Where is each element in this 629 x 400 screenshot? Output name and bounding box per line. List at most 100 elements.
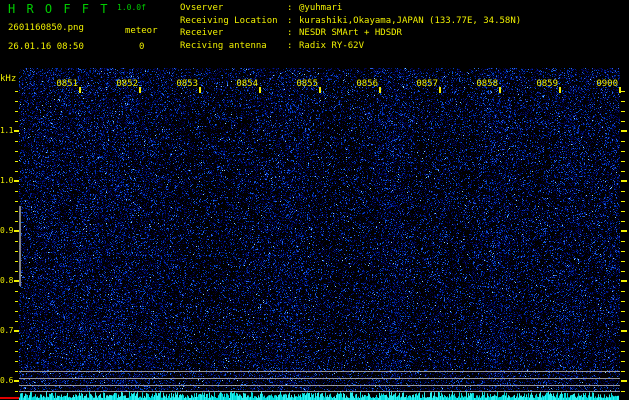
y-axis-minor-tick-r	[621, 310, 625, 312]
y-axis-minor-tick	[14, 100, 18, 102]
x-axis-label: 0857	[416, 79, 438, 89]
info-row-antenna: Reciving antenna : Radix RY-62V	[180, 40, 364, 51]
y-axis-minor-tick	[14, 350, 18, 352]
y-axis-label: 0.8	[0, 276, 13, 285]
y-axis-minor-tick	[14, 340, 18, 342]
y-axis-minor-tick-r	[621, 290, 625, 292]
y-axis-minor-tick-r	[621, 220, 625, 222]
y-axis-minor-tick	[14, 360, 18, 362]
y-axis-major-tick-r	[621, 330, 627, 332]
reference-line	[19, 370, 620, 372]
y-axis-minor-tick-r	[621, 350, 625, 352]
y-axis-minor-tick	[14, 170, 18, 172]
y-axis-minor-tick-r	[621, 140, 625, 142]
x-axis-tick	[379, 87, 381, 93]
x-axis-tick	[439, 87, 441, 93]
y-axis-minor-tick-r	[621, 210, 625, 212]
reference-line	[19, 391, 620, 392]
reference-line	[19, 377, 620, 379]
y-axis-minor-tick	[14, 320, 18, 322]
y-axis-minor-tick	[14, 220, 18, 222]
x-axis-label: 0851	[56, 79, 78, 89]
output-filename: 2601160850.png	[8, 23, 84, 33]
hrofft-window: H R O F F T 1.0.0f 2601160850.png 26.01.…	[0, 0, 629, 400]
y-axis-label: 0.7	[0, 326, 13, 335]
y-axis-minor-tick	[14, 370, 18, 372]
y-axis-minor-tick	[14, 310, 18, 312]
y-axis-minor-tick-r	[621, 190, 625, 192]
x-axis-tick	[319, 87, 321, 93]
y-axis-major-tick-r	[621, 280, 627, 282]
x-axis-label: 0900	[596, 79, 618, 89]
y-axis-minor-tick-r	[621, 120, 625, 122]
meteor-count-value: 0	[139, 42, 145, 52]
y-axis-minor-tick-r	[621, 250, 625, 252]
y-axis-minor-tick	[14, 190, 18, 192]
y-axis-minor-tick	[14, 210, 18, 212]
reference-line	[19, 384, 620, 386]
y-axis-minor-tick-r	[621, 260, 625, 262]
y-axis-major-tick-r	[621, 380, 627, 382]
y-axis-minor-tick	[14, 260, 18, 262]
x-axis-tick	[499, 87, 501, 93]
y-axis-minor-tick-r	[621, 270, 625, 272]
observation-datetime: 26.01.16 08:50	[8, 42, 84, 52]
info-label: Ovserver	[180, 3, 224, 13]
x-axis-label: 0858	[476, 79, 498, 89]
y-axis-major-tick	[13, 180, 19, 182]
info-value: NESDR SMArt + HDSDR	[299, 28, 402, 38]
y-axis-minor-tick-r	[621, 110, 625, 112]
info-colon: :	[287, 15, 293, 26]
meteor-count-label: meteor	[125, 26, 158, 36]
y-axis-minor-tick	[14, 160, 18, 162]
y-axis-major-tick-r	[621, 130, 627, 132]
y-axis-minor-tick	[14, 200, 18, 202]
info-row-location: Receiving Location : kurashiki,Okayama,J…	[180, 15, 522, 26]
y-axis-minor-tick	[14, 270, 18, 272]
y-axis-minor-tick	[14, 240, 18, 242]
info-label: Receiver	[180, 28, 224, 38]
calibration-red-marker	[0, 396, 19, 399]
info-row-receiver: Receiver : NESDR SMArt + HDSDR	[180, 29, 402, 38]
y-axis-minor-tick-r	[621, 370, 625, 372]
info-row-observer: Ovserver : @yuhmari	[180, 4, 342, 13]
y-axis-minor-tick-r	[621, 200, 625, 202]
y-axis-label: 0.9	[0, 226, 13, 235]
y-axis-minor-tick-r	[621, 240, 625, 242]
y-axis-label: 0.6	[0, 376, 13, 385]
app-title: H R O F F T	[8, 2, 110, 16]
y-axis-minor-tick	[14, 390, 18, 392]
spectrogram-canvas	[19, 68, 620, 400]
y-axis-minor-tick	[14, 140, 18, 142]
left-edge-marker-line	[19, 206, 21, 286]
y-axis-minor-tick-r	[621, 320, 625, 322]
x-axis-label: 0859	[536, 79, 558, 89]
y-axis-label: 1.1	[0, 126, 13, 135]
y-axis-major-tick	[13, 380, 19, 382]
y-axis-minor-tick-r	[621, 100, 625, 102]
y-axis-minor-tick-r	[621, 300, 625, 302]
app-version: 1.0.0f	[117, 3, 146, 12]
x-axis-tick	[79, 87, 81, 93]
info-value: @yuhmari	[299, 3, 343, 13]
info-label: Reciving antenna	[180, 40, 267, 51]
y-axis-minor-tick-r	[621, 90, 625, 92]
y-axis-minor-tick	[14, 250, 18, 252]
y-axis-minor-tick-r	[621, 150, 625, 152]
y-axis-major-tick	[13, 130, 19, 132]
x-axis-label: 0855	[296, 79, 318, 89]
y-axis-minor-tick-r	[621, 160, 625, 162]
y-axis-minor-tick	[14, 90, 18, 92]
x-axis-label: 0853	[176, 79, 198, 89]
x-axis-tick	[139, 87, 141, 93]
y-axis-minor-tick-r	[621, 360, 625, 362]
y-axis-minor-tick-r	[621, 390, 625, 392]
y-axis-minor-tick	[14, 290, 18, 292]
x-axis-tick	[199, 87, 201, 93]
x-axis-tick	[559, 87, 561, 93]
info-colon: :	[287, 3, 293, 13]
info-label: Receiving Location	[180, 15, 278, 26]
info-colon: :	[287, 28, 293, 38]
info-value: kurashiki,Okayama,JAPAN (133.77E, 34.58N…	[299, 15, 522, 26]
y-axis-minor-tick-r	[621, 170, 625, 172]
